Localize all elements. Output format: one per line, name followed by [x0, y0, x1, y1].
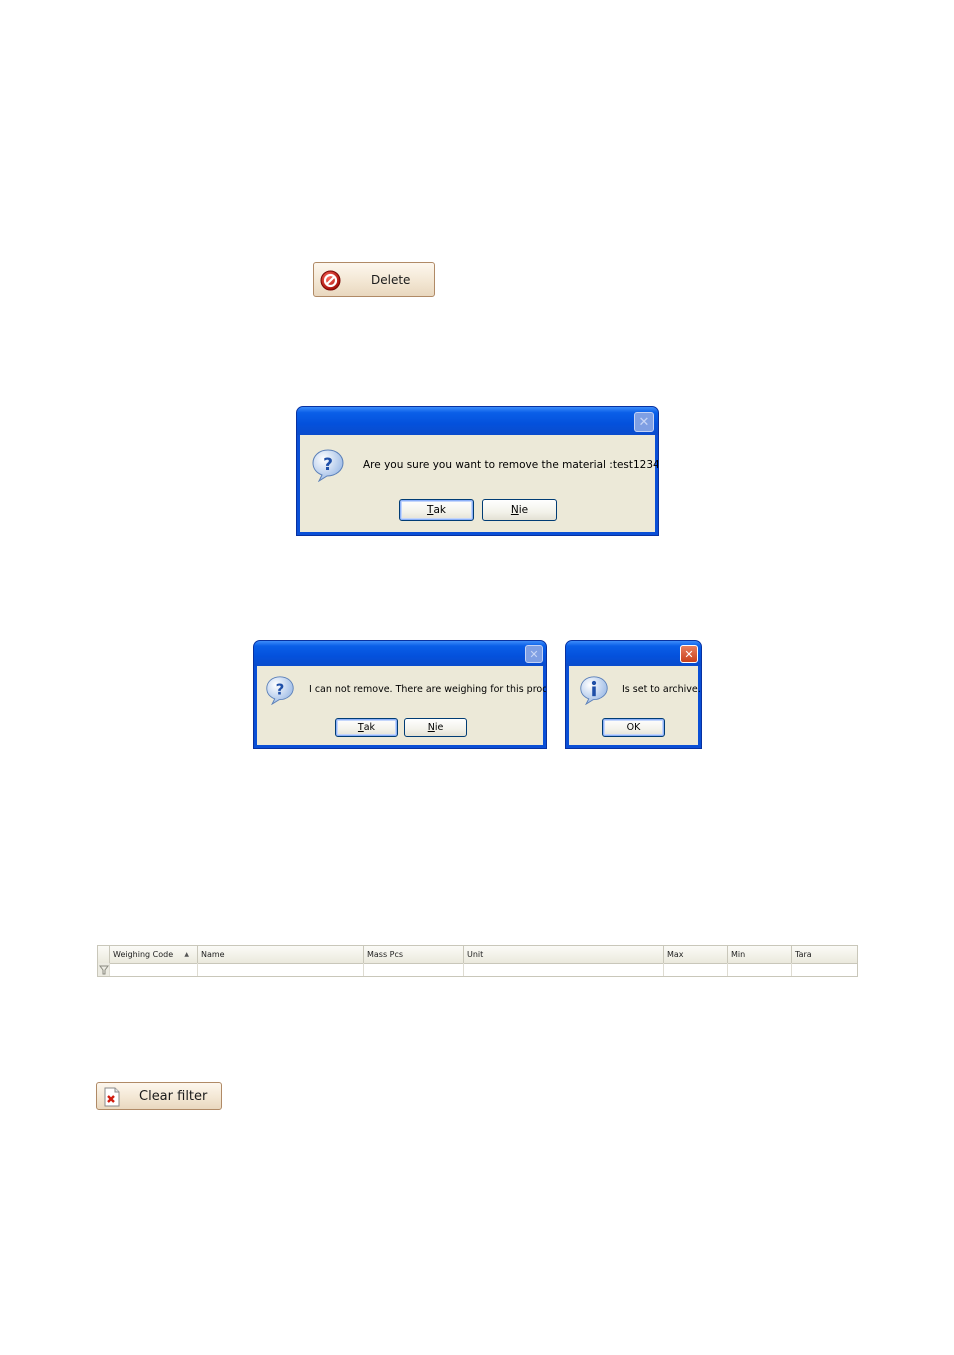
ok-label: OK [626, 722, 641, 733]
column-label: Unit [467, 950, 484, 959]
sort-ascending-icon: ▲ [184, 951, 189, 958]
cannot-remove-dialog: ✕ ? I can not remove. There are weighing… [253, 640, 547, 749]
column-header-name[interactable]: Name [198, 946, 364, 963]
no-label: ie [518, 504, 529, 516]
dialog-titlebar [297, 407, 658, 435]
column-label: Max [667, 950, 684, 959]
cannot-remove-message: I can not remove. There are weighing for… [309, 684, 547, 695]
no-label: ie [434, 722, 444, 733]
delete-button-label: Delete [371, 273, 411, 287]
column-label: Tara [795, 950, 812, 959]
filter-cell-name[interactable] [198, 963, 364, 976]
filter-cell-tara[interactable] [792, 963, 857, 976]
column-header-min[interactable]: Min [728, 946, 792, 963]
column-header-weighing-code[interactable]: Weighing Code ▲ [110, 946, 198, 963]
clear-filter-label: Clear filter [139, 1089, 208, 1104]
question-icon: ? [265, 675, 295, 710]
grid-header: Weighing Code ▲ Name Mass Pcs Unit Max M… [98, 946, 857, 964]
confirm-remove-dialog: ✕ ? Are you sure you want to remove the … [296, 406, 659, 536]
dialog-titlebar [254, 641, 546, 666]
close-icon[interactable]: ✕ [525, 645, 543, 663]
close-icon[interactable]: ✕ [680, 645, 698, 663]
filter-cell-max[interactable] [664, 963, 728, 976]
column-label: Min [731, 950, 746, 959]
filter-icon [99, 965, 109, 975]
column-header-tara[interactable]: Tara [792, 946, 857, 963]
confirm-message: Are you sure you want to remove the mate… [363, 459, 659, 471]
column-header-unit[interactable]: Unit [464, 946, 664, 963]
filter-cell-unit[interactable] [464, 963, 664, 976]
yes-button[interactable]: Tak [399, 499, 474, 521]
archive-message: Is set to archive. [622, 684, 701, 695]
filter-row-selector [98, 963, 110, 976]
no-mnemonic: N [510, 504, 519, 516]
yes-button[interactable]: Tak [335, 718, 398, 737]
no-button[interactable]: Nie [404, 718, 467, 737]
filter-cell-weighing-code[interactable] [110, 963, 198, 976]
yes-label: ak [363, 722, 376, 733]
column-header-max[interactable]: Max [664, 946, 728, 963]
no-mnemonic: N [427, 722, 435, 733]
question-icon: ? [311, 448, 345, 487]
row-selector-header [98, 946, 110, 963]
svg-text:?: ? [276, 680, 285, 698]
clear-filter-icon [104, 1087, 120, 1107]
info-icon [579, 675, 609, 710]
delete-button[interactable]: Delete [313, 262, 435, 297]
ok-button[interactable]: OK [602, 718, 665, 737]
column-label: Weighing Code [113, 950, 174, 959]
yes-label: ak [433, 504, 446, 516]
close-icon[interactable]: ✕ [634, 412, 654, 432]
filter-cell-min[interactable] [728, 963, 792, 976]
column-label: Name [201, 950, 225, 959]
svg-text:?: ? [323, 455, 333, 475]
filter-row[interactable] [98, 963, 857, 976]
column-header-mass-pcs[interactable]: Mass Pcs [364, 946, 464, 963]
materials-grid: Weighing Code ▲ Name Mass Pcs Unit Max M… [97, 945, 858, 977]
archive-info-dialog: ✕ Is set to archive. OK [565, 640, 702, 749]
no-entry-icon [320, 270, 341, 291]
column-label: Mass Pcs [367, 950, 404, 959]
filter-cell-mass-pcs[interactable] [364, 963, 464, 976]
clear-filter-button[interactable]: Clear filter [96, 1082, 222, 1110]
no-button[interactable]: Nie [482, 499, 557, 521]
